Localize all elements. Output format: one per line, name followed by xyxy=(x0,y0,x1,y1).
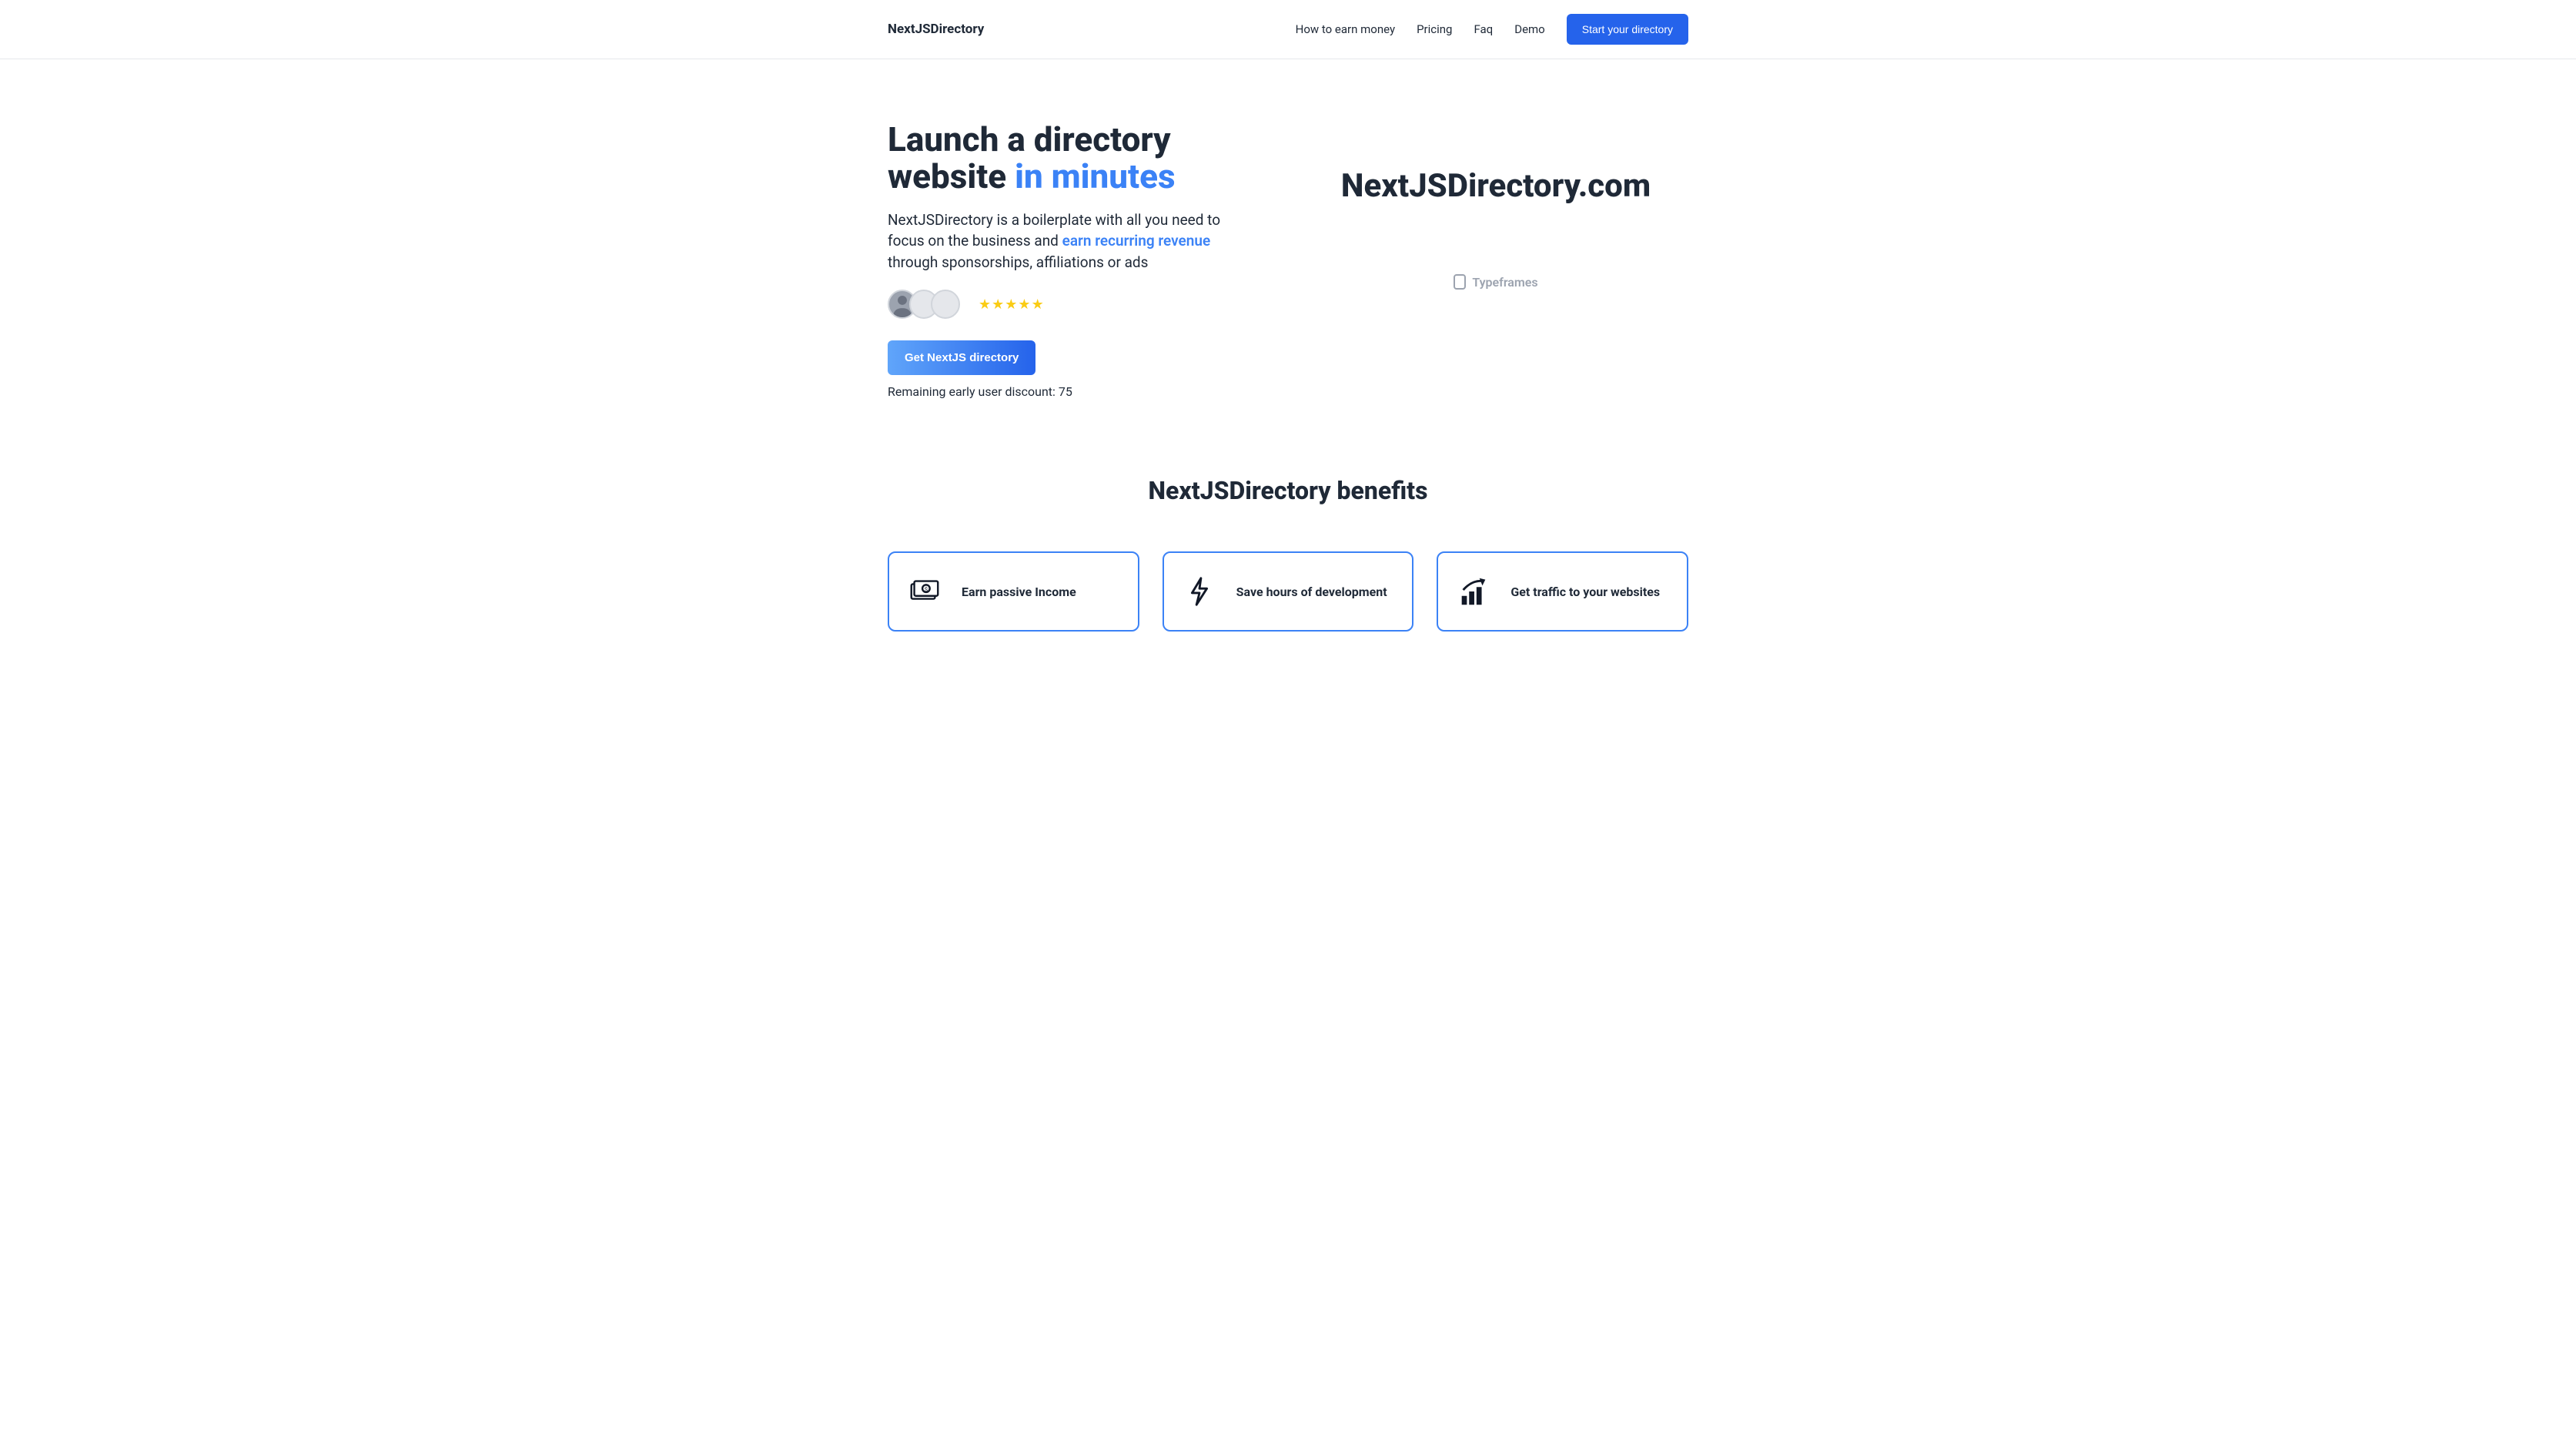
star-icon: ★ xyxy=(1005,297,1017,313)
benefit-title: Get traffic to your websites xyxy=(1510,585,1660,599)
site-header: NextJSDirectory How to earn money Pricin… xyxy=(0,0,2576,59)
star-icon: ★ xyxy=(1032,297,1044,313)
get-directory-button[interactable]: Get NextJS directory xyxy=(888,340,1035,375)
brand-large-text: NextJSDirectory.com xyxy=(1341,167,1651,205)
nav-link-pricing[interactable]: Pricing xyxy=(1417,22,1452,36)
start-directory-button[interactable]: Start your directory xyxy=(1567,14,1688,45)
discount-text: Remaining early user discount: 75 xyxy=(888,384,1257,399)
benefit-card-traffic: Get traffic to your websites xyxy=(1437,551,1688,632)
avatar xyxy=(931,290,960,319)
nav-link-earn[interactable]: How to earn money xyxy=(1296,22,1395,36)
logo[interactable]: NextJSDirectory xyxy=(888,22,984,37)
social-proof: ★ ★ ★ ★ ★ xyxy=(888,290,1257,319)
benefit-card-time: Save hours of development xyxy=(1163,551,1414,632)
avatar-group xyxy=(888,290,960,319)
money-icon: $ xyxy=(906,573,943,610)
hero-sub-emph: earn recurring revenue xyxy=(1062,232,1211,250)
hero-title-highlight: in minutes xyxy=(1015,156,1175,196)
chart-growth-icon xyxy=(1455,573,1492,610)
hero-sub-part2: through sponsorships, affiliations or ad… xyxy=(888,253,1148,271)
star-rating: ★ ★ ★ ★ ★ xyxy=(979,297,1044,313)
typeframes-icon xyxy=(1454,274,1466,290)
nav-link-demo[interactable]: Demo xyxy=(1514,22,1545,36)
benefit-title: Earn passive Income xyxy=(962,585,1076,599)
benefits-section: NextJSDirectory benefits $ Earn passive … xyxy=(888,476,1688,678)
star-icon: ★ xyxy=(979,297,991,313)
star-icon: ★ xyxy=(992,297,1004,313)
star-icon: ★ xyxy=(1018,297,1030,313)
typeframes-badge[interactable]: Typeframes xyxy=(1454,274,1537,290)
discount-value: 75 xyxy=(1059,384,1072,399)
benefit-card-income: $ Earn passive Income xyxy=(888,551,1139,632)
nav-link-faq[interactable]: Faq xyxy=(1474,22,1493,36)
benefits-heading: NextJSDirectory benefits xyxy=(888,476,1688,505)
benefit-title: Save hours of development xyxy=(1236,585,1387,599)
svg-text:$: $ xyxy=(925,586,928,593)
hero-section: Launch a directory website in minutes Ne… xyxy=(888,59,1688,476)
hero-subtitle: NextJSDirectory is a boilerplate with al… xyxy=(888,209,1257,273)
discount-label: Remaining early user discount: xyxy=(888,384,1059,399)
main-nav: How to earn money Pricing Faq Demo Start… xyxy=(1296,14,1688,45)
hero-title: Launch a directory website in minutes xyxy=(888,121,1257,196)
lightning-icon xyxy=(1181,573,1218,610)
typeframes-label: Typeframes xyxy=(1472,275,1537,290)
